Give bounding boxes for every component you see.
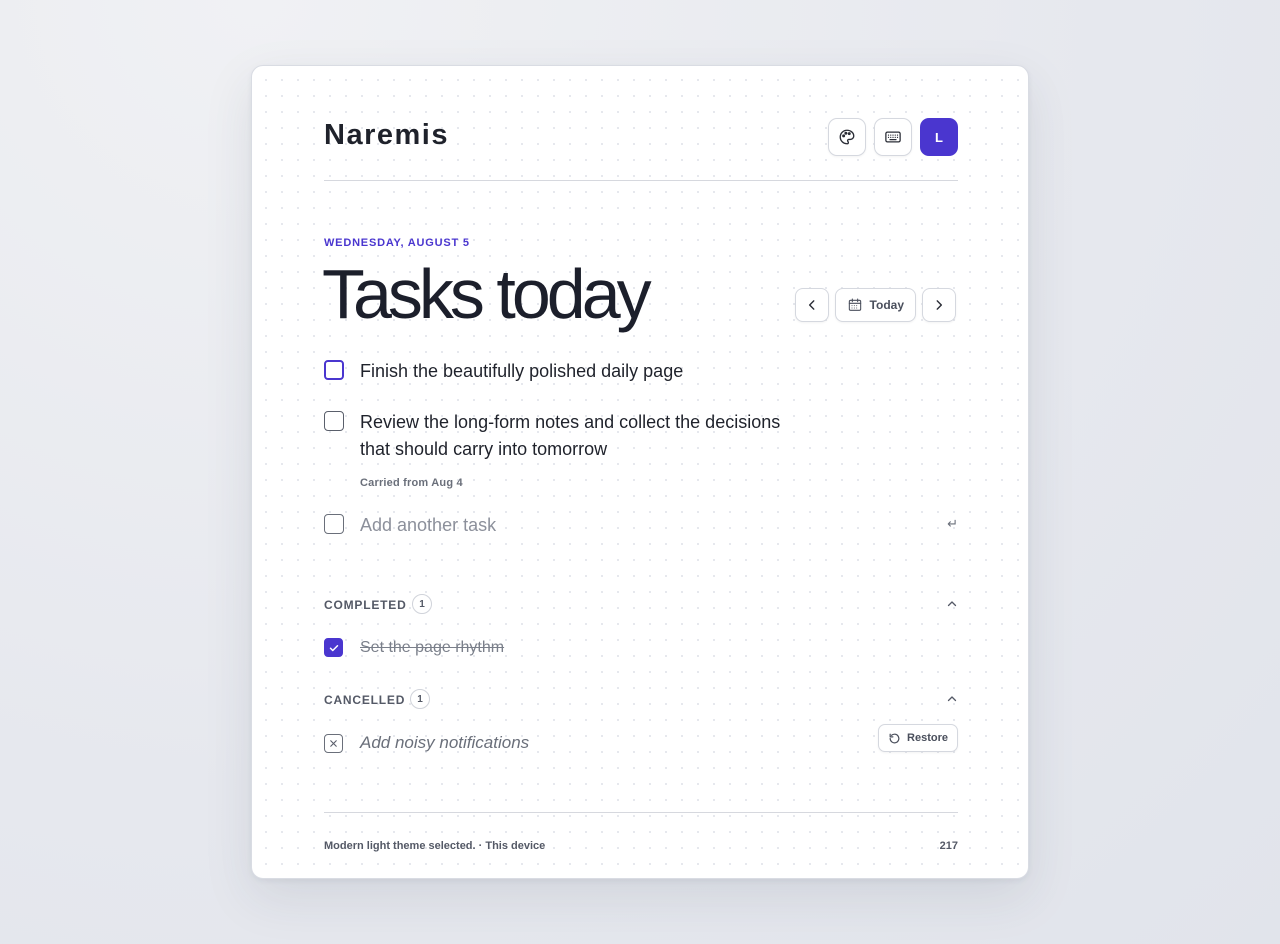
task-checkbox[interactable]: [324, 360, 344, 380]
completed-section-header[interactable]: COMPLETED 1: [324, 594, 958, 616]
cancelled-checkbox: [324, 734, 343, 753]
today-button[interactable]: Today: [834, 288, 916, 322]
task-checkbox[interactable]: [324, 411, 344, 431]
task-carried-note: Carried from Aug 4: [360, 477, 463, 489]
restore-icon: [889, 733, 900, 743]
task-text-wrap: Review the long-form notes and collect t…: [360, 409, 810, 497]
today-label: Today: [869, 298, 904, 312]
restore-button[interactable]: Restore: [878, 724, 958, 752]
chevron-up-icon[interactable]: [946, 598, 958, 610]
keyboard-icon: [885, 131, 901, 143]
enter-icon: ↵: [947, 516, 958, 531]
header: Naremis L: [324, 66, 958, 181]
task-text[interactable]: Review the long-form notes and collect t…: [360, 409, 810, 462]
day-navigation: Today: [794, 288, 956, 322]
footer: Modern light theme selected. · This devi…: [324, 812, 958, 852]
completed-label: COMPLETED: [324, 598, 407, 612]
footer-count: 217: [939, 840, 958, 852]
completed-task-text[interactable]: Set the page rhythm: [360, 635, 820, 662]
previous-day-button[interactable]: [794, 288, 829, 322]
cancelled-task-text: Add noisy notifications: [360, 733, 530, 752]
keyboard-shortcuts-button[interactable]: [874, 118, 912, 156]
add-task-input[interactable]: Add another task: [360, 512, 820, 539]
task-text[interactable]: Finish the beautifully polished daily pa…: [360, 358, 820, 385]
page-title: Tasks today: [322, 255, 652, 333]
date-label: WEDNESDAY, AUGUST 5: [324, 237, 470, 249]
completed-count-badge: 1: [412, 594, 432, 614]
restore-label: Restore: [907, 732, 948, 744]
avatar[interactable]: L: [920, 118, 958, 156]
cancelled-count-badge: 1: [410, 689, 430, 709]
chevron-right-icon: [936, 300, 943, 310]
calendar-icon: [848, 298, 861, 311]
footer-status: Modern light theme selected. · This devi…: [324, 840, 546, 852]
completed-checkbox[interactable]: [324, 638, 343, 657]
brand-logo: Naremis: [324, 119, 449, 151]
palette-icon: [839, 129, 855, 145]
add-task-checkbox: [324, 514, 344, 534]
chevron-up-icon[interactable]: [946, 693, 958, 705]
theme-button[interactable]: [828, 118, 866, 156]
app-card: Naremis L WEDNESDAY, AUGUST 5 Tasks toda…: [251, 65, 1029, 879]
chevron-left-icon: [808, 300, 814, 310]
cancelled-section-header[interactable]: CANCELLED 1: [324, 689, 958, 711]
next-day-button[interactable]: [922, 288, 956, 322]
x-icon: [330, 740, 337, 747]
cancelled-label: CANCELLED: [324, 693, 406, 707]
check-icon: [329, 644, 338, 651]
header-actions: L: [828, 118, 958, 156]
